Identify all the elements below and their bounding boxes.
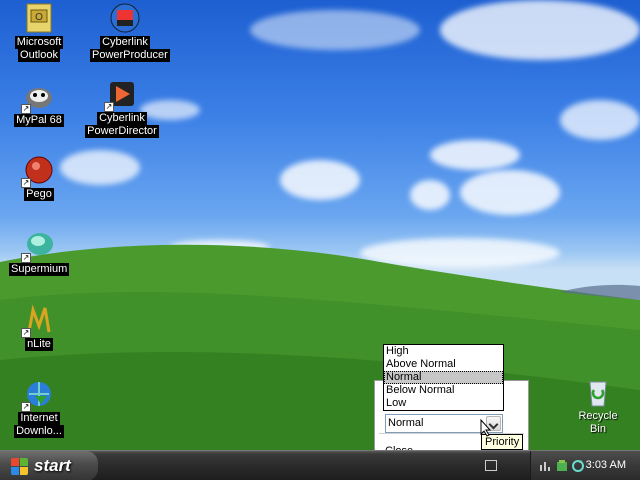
icon-label: PowerProducer [90, 49, 170, 62]
mouse-cursor-icon [480, 419, 492, 437]
shortcut-arrow-icon: ↗ [21, 178, 31, 188]
taskbar: start 3:03 AM [0, 450, 640, 480]
tray-app-icon[interactable] [555, 459, 569, 473]
clock[interactable]: 3:03 AM [586, 459, 626, 471]
powerdirector-icon: ↗ [104, 78, 138, 112]
svg-text:O: O [35, 12, 43, 23]
icon-label: Cyberlink [97, 112, 147, 125]
shortcut-arrow-icon: ↗ [104, 102, 114, 112]
powerproducer-icon [109, 2, 141, 34]
desktop-icon-pego[interactable]: ↗ Pego [9, 154, 69, 201]
internet-download-icon: ↗ [21, 378, 55, 412]
start-label: start [34, 456, 71, 475]
icon-label: PowerDirector [85, 125, 159, 138]
pego-icon: ↗ [21, 154, 55, 188]
icon-label: MyPal 68 [14, 114, 64, 127]
icon-label: Downlo... [14, 425, 64, 438]
priority-dropdown-list: High Above Normal Normal Below Normal Lo… [383, 344, 504, 411]
priority-option-low[interactable]: Low [384, 397, 503, 410]
shortcut-arrow-icon: ↗ [21, 253, 31, 263]
recycle-bin-icon [582, 376, 614, 408]
icon-label: Outlook [18, 49, 60, 62]
priority-option-above-normal[interactable]: Above Normal [384, 358, 503, 371]
tray-refresh-icon[interactable] [571, 459, 585, 473]
keyboard-icon[interactable] [485, 460, 497, 471]
outlook-icon: O [23, 2, 55, 34]
icon-label: Microsoft [14, 36, 64, 49]
priority-option-below-normal[interactable]: Below Normal [384, 384, 503, 397]
icon-label: Cyberlink [100, 36, 150, 49]
icon-label: nLite [25, 338, 53, 351]
shortcut-arrow-icon: ↗ [21, 104, 31, 114]
desktop-icon-internet-download[interactable]: ↗ Internet Downlo... [9, 378, 69, 438]
priority-combobox-value: Normal [388, 417, 424, 429]
supermium-icon: ↗ [21, 229, 55, 263]
priority-option-normal[interactable]: Normal [384, 371, 503, 384]
desktop-icon-supermium[interactable]: ↗ Supermium [9, 229, 70, 276]
shortcut-arrow-icon: ↗ [21, 328, 31, 338]
icon-label: Pego [24, 188, 54, 201]
system-tray: 3:03 AM [530, 451, 640, 480]
priority-option-high[interactable]: High [384, 345, 503, 358]
network-icon[interactable] [539, 459, 553, 473]
desktop[interactable]: O Microsoft Outlook Cyberlink PowerProdu… [0, 0, 640, 450]
desktop-icon-mypal[interactable]: ↗ MyPal 68 [9, 80, 69, 127]
desktop-icon-powerdirector[interactable]: ↗ Cyberlink PowerDirector [84, 78, 160, 138]
icon-label: Recycle Bin [578, 410, 618, 435]
windows-logo-icon [11, 458, 28, 475]
green-hill [0, 244, 640, 450]
desktop-icon-recycle-bin[interactable]: Recycle Bin [568, 376, 628, 436]
start-button[interactable]: start [0, 451, 98, 480]
icon-label: Supermium [9, 263, 70, 276]
shortcut-arrow-icon: ↗ [21, 402, 31, 412]
desktop-icon-outlook[interactable]: O Microsoft Outlook [9, 2, 69, 62]
mypal-icon: ↗ [21, 80, 55, 114]
nlite-icon: ↗ [21, 304, 55, 338]
desktop-icon-powerproducer[interactable]: Cyberlink PowerProducer [90, 2, 170, 62]
icon-label: Internet [18, 412, 60, 425]
desktop-icon-nlite[interactable]: ↗ nLite [9, 304, 69, 351]
